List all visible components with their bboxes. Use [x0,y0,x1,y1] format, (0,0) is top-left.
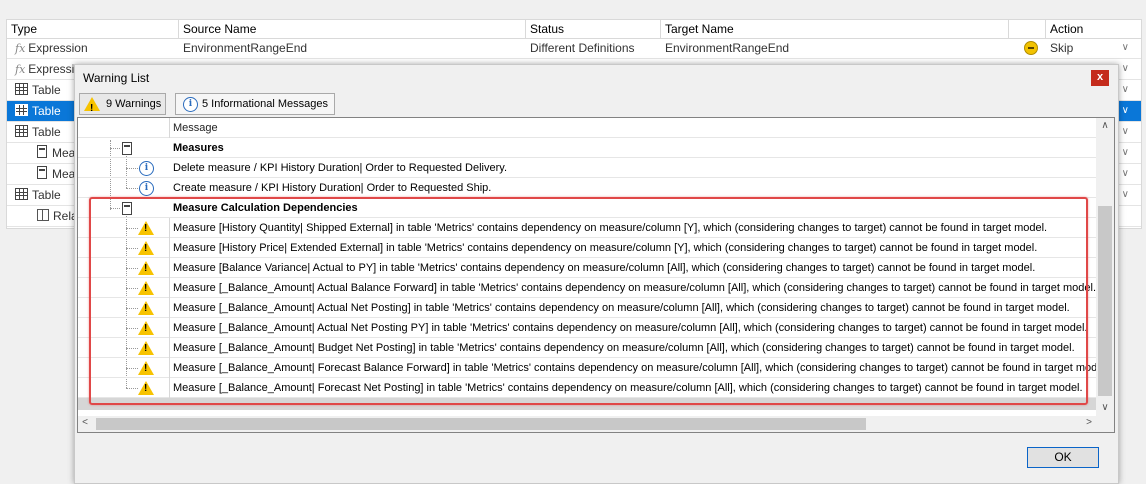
measure-group-icon [122,142,132,155]
relationship-icon [37,209,49,221]
col-header-target-name[interactable]: Target Name [661,20,1009,38]
table-icon [15,104,28,116]
function-icon: fx [15,42,26,55]
measure-icon [37,166,47,179]
list-item-group[interactable]: Measures [78,138,1096,158]
col-header-status[interactable]: Status [526,20,661,38]
info-icon: i [139,161,154,176]
group-measures-label: Measures [173,142,224,154]
warning-list-dialog: Warning List x 9 Warnings i 5 Informatio… [74,64,1119,484]
chevron-down-icon[interactable]: ∨ [1122,189,1129,200]
chevron-down-icon[interactable]: ∨ [1122,168,1129,179]
table-icon [15,188,28,200]
horizontal-scrollbar[interactable]: < > [78,416,1114,432]
scroll-left-icon[interactable]: < [78,417,92,428]
dialog-title: Warning List [83,71,150,85]
tab-informational-label: 5 Informational Messages [202,98,328,110]
tab-informational[interactable]: i 5 Informational Messages [175,93,335,115]
row-target-name: EnvironmentRangeEnd [665,41,790,55]
list-header: Message [78,118,1096,138]
table-icon [15,125,28,137]
chevron-down-icon[interactable]: ∨ [1122,147,1129,158]
col-header-icon [1009,20,1046,38]
close-button[interactable]: x [1091,70,1109,86]
chevron-down-icon[interactable]: ∨ [1122,105,1129,116]
info-message: Delete measure / KPI History Duration| O… [173,162,508,174]
measure-icon [37,145,47,158]
skip-icon [1024,41,1038,55]
vertical-scrollbar[interactable]: ∧ ∨ [1096,118,1114,416]
ok-button[interactable]: OK [1027,447,1099,468]
chevron-down-icon[interactable]: ∨ [1122,84,1129,95]
col-header-source-name[interactable]: Source Name [179,20,526,38]
row-type: Expressio [28,62,77,76]
grid-row[interactable]: fx Expression EnvironmentRangeEnd Differe… [7,38,1141,59]
highlight-annotation-box [89,197,1088,405]
row-type: Table [32,83,61,97]
message-column-header[interactable]: Message [173,118,218,138]
grid-header: Type Source Name Status Target Name Acti… [7,20,1141,39]
tab-warnings[interactable]: 9 Warnings [79,93,166,119]
row-source-name: EnvironmentRangeEnd [183,41,308,55]
col-header-type[interactable]: Type [7,20,179,38]
col-header-action[interactable]: Action [1046,20,1141,38]
row-type: Table [32,104,61,118]
info-icon: i [183,97,198,112]
list-item[interactable]: i Delete measure / KPI History Duration|… [78,158,1096,178]
table-icon [15,83,28,95]
row-type: Expression [28,41,88,55]
action-dropdown[interactable]: Skip [1046,38,1116,58]
list-item[interactable]: i Create measure / KPI History Duration|… [78,178,1096,198]
horizontal-scroll-thumb[interactable] [96,418,866,430]
scroll-down-icon[interactable]: ∨ [1096,402,1114,413]
scroll-up-icon[interactable]: ∧ [1096,120,1114,131]
function-icon: fx [15,63,26,76]
chevron-down-icon[interactable]: ∨ [1122,42,1129,53]
info-icon: i [139,181,154,196]
warning-icon [84,97,100,119]
row-type: Table [32,125,61,139]
row-type: Table [32,188,61,202]
scroll-right-icon[interactable]: > [1082,417,1096,428]
vertical-scroll-thumb[interactable] [1098,206,1112,396]
info-message: Create measure / KPI History Duration| O… [173,182,492,194]
chevron-down-icon[interactable]: ∨ [1122,126,1129,137]
tab-warnings-label: 9 Warnings [106,98,162,110]
chevron-down-icon[interactable]: ∨ [1122,63,1129,74]
row-status: Different Definitions [530,41,635,55]
